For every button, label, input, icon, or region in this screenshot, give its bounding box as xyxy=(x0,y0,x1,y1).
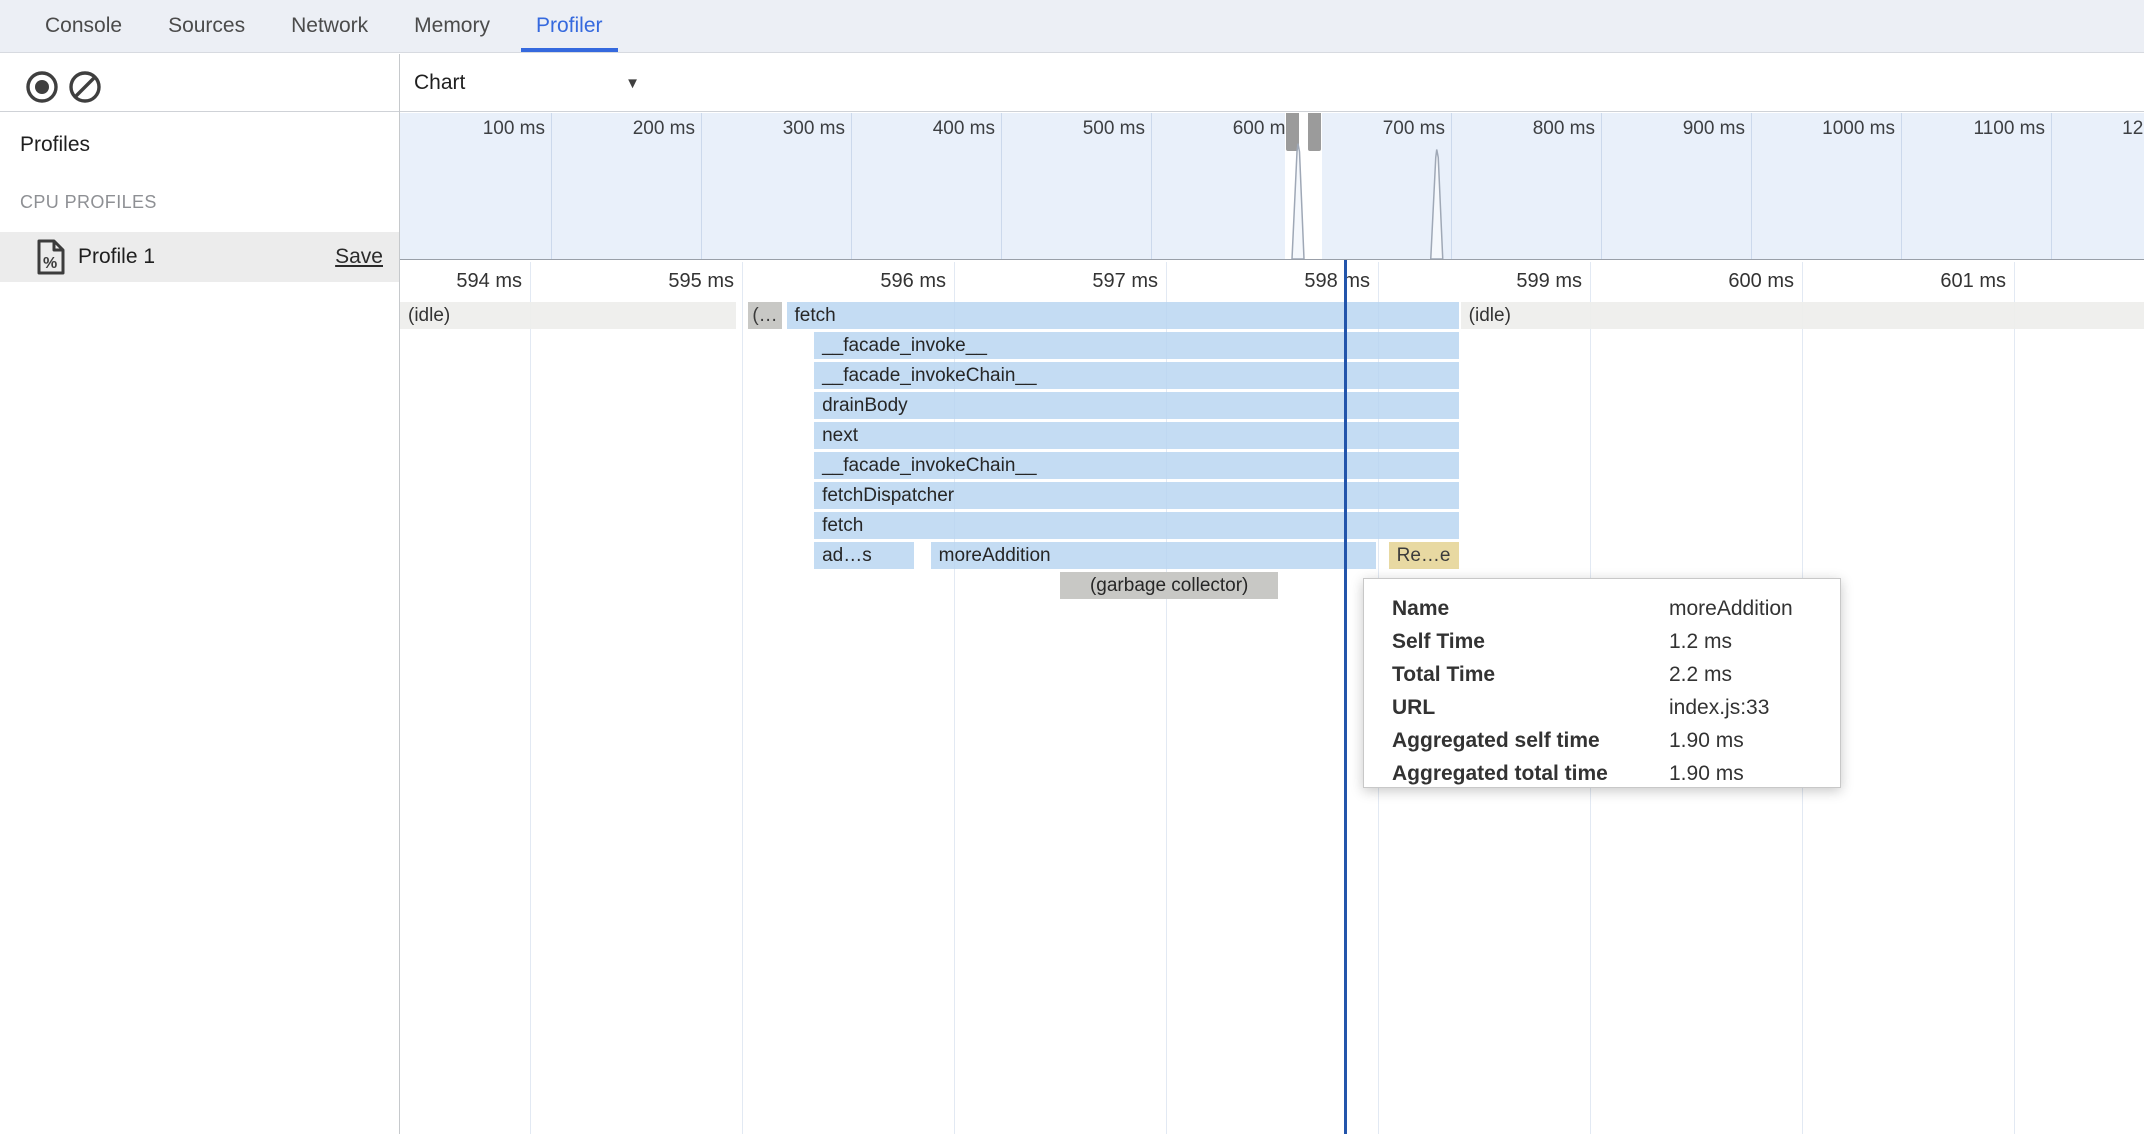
detail-tick-label: 598 ms xyxy=(1260,270,1370,293)
detail-tick-label: 601 ms xyxy=(1896,270,2006,293)
svg-text:%: % xyxy=(43,255,57,272)
tooltip-label: Aggregated total time xyxy=(1392,762,1669,786)
flame-bar-gc[interactable]: (garbage collector) xyxy=(1060,572,1278,599)
flame-bar-call[interactable]: __facade_invoke__ xyxy=(814,332,1458,359)
view-mode-dropdown[interactable]: Chart ▼ xyxy=(414,54,640,112)
tooltip-row: Total Time2.2 ms xyxy=(1392,658,1840,691)
tooltip-label: Self Time xyxy=(1392,630,1669,654)
current-time-marker[interactable] xyxy=(1344,260,1347,1134)
cpu-profiles-section-header: CPU PROFILES xyxy=(20,192,157,213)
tooltip-value: moreAddition xyxy=(1669,597,1793,621)
tab-sources[interactable]: Sources xyxy=(145,0,268,52)
record-profile-button[interactable] xyxy=(20,65,64,109)
tooltip-value: 1.90 ms xyxy=(1669,762,1744,786)
flame-bar-call[interactable]: ad…s xyxy=(814,542,914,569)
profiler-toolbar: Chart ▼ xyxy=(0,54,2144,112)
profile-list-item[interactable]: % Profile 1 Save xyxy=(0,232,399,282)
tab-network[interactable]: Network xyxy=(268,0,391,52)
tooltip-value: 2.2 ms xyxy=(1669,663,1732,687)
cpu-spike xyxy=(1431,150,1443,260)
tooltip-row: Self Time1.2 ms xyxy=(1392,625,1840,658)
tooltip-value: 1.2 ms xyxy=(1669,630,1732,654)
chevron-down-icon: ▼ xyxy=(625,75,640,92)
tooltip-label: Aggregated self time xyxy=(1392,729,1669,753)
tooltip-row: NamemoreAddition xyxy=(1392,592,1840,625)
tab-memory[interactable]: Memory xyxy=(391,0,513,52)
timeline-overview[interactable]: 100 ms200 ms300 ms400 ms500 ms600 ms700 … xyxy=(400,113,2144,260)
detail-gridline xyxy=(742,262,743,1134)
flame-bar-call[interactable]: fetch xyxy=(814,512,1458,539)
profiles-sidebar: Profiles CPU PROFILES % Profile 1 Save xyxy=(0,113,399,1134)
detail-tick-label: 595 ms xyxy=(624,270,734,293)
devtools-tab-bar: ConsoleSourcesNetworkMemoryProfiler xyxy=(0,0,2144,53)
tab-console[interactable]: Console xyxy=(22,0,145,52)
profile-document-icon: % xyxy=(36,239,66,275)
flame-chart[interactable]: 594 ms 595 ms 596 ms 597 ms 598 ms 599 ms 600 … xyxy=(400,260,2144,1134)
flame-bar-marked[interactable]: Re…e xyxy=(1389,542,1459,569)
save-profile-link[interactable]: Save xyxy=(335,245,383,269)
flame-bar-call[interactable]: next xyxy=(814,422,1458,449)
detail-tick-label: 596 ms xyxy=(836,270,946,293)
flame-bar-call[interactable]: drainBody xyxy=(814,392,1458,419)
flame-bar-call[interactable]: __facade_invokeChain__ xyxy=(814,362,1458,389)
cpu-usage-spikes xyxy=(400,113,2144,259)
frame-tooltip: NamemoreAdditionSelf Time1.2 msTotal Tim… xyxy=(1363,578,1841,788)
detail-tick-label: 600 ms xyxy=(1684,270,1794,293)
tooltip-row: URLindex.js:33 xyxy=(1392,691,1840,724)
profile-name: Profile 1 xyxy=(78,245,155,269)
detail-tick-label: 594 ms xyxy=(412,270,522,293)
view-mode-value: Chart xyxy=(414,71,465,95)
tooltip-label: URL xyxy=(1392,696,1669,720)
tooltip-row: Aggregated total time1.90 ms xyxy=(1392,757,1840,790)
flame-bar-idle[interactable]: (idle) xyxy=(400,302,736,329)
tab-profiler[interactable]: Profiler xyxy=(513,0,626,52)
tooltip-label: Total Time xyxy=(1392,663,1669,687)
detail-tick-label: 599 ms xyxy=(1472,270,1582,293)
profiles-title: Profiles xyxy=(20,133,90,157)
sidebar-divider xyxy=(399,54,400,1134)
detail-tick-label: 597 ms xyxy=(1048,270,1158,293)
clear-profiles-button[interactable] xyxy=(63,65,107,109)
tooltip-label: Name xyxy=(1392,597,1669,621)
flame-bar-trunc[interactable]: (… xyxy=(748,302,782,329)
flame-bar-idle[interactable]: (idle) xyxy=(1461,302,2144,329)
detail-gridline xyxy=(2014,262,2015,1134)
cpu-spike xyxy=(1292,144,1304,259)
flame-bar-call[interactable]: fetchDispatcher xyxy=(814,482,1458,509)
detail-gridline xyxy=(530,262,531,1134)
flame-bar-call[interactable]: __facade_invokeChain__ xyxy=(814,452,1458,479)
tooltip-value: 1.90 ms xyxy=(1669,729,1744,753)
tooltip-value: index.js:33 xyxy=(1669,696,1769,720)
tooltip-row: Aggregated self time1.90 ms xyxy=(1392,724,1840,757)
flame-bar-call[interactable]: fetch xyxy=(787,302,1459,329)
flame-bar-call[interactable]: moreAddition xyxy=(931,542,1376,569)
